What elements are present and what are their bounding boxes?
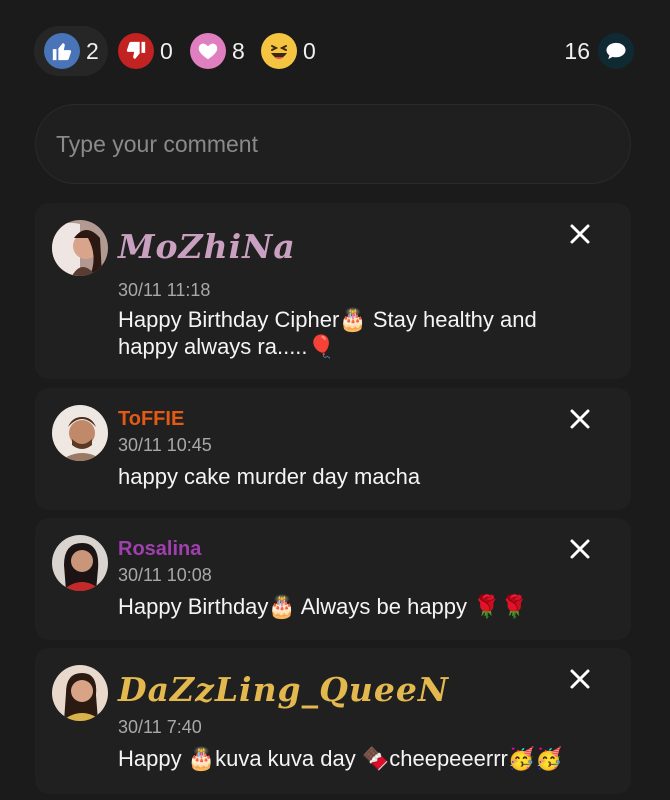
avatar[interactable] <box>52 535 108 591</box>
comment-author[interactable]: DaZzLing_QueeN <box>118 670 449 709</box>
close-icon[interactable] <box>569 538 591 560</box>
haha-count: 0 <box>303 37 316 64</box>
comment-author[interactable]: MoZhiNa <box>118 227 296 266</box>
dislike-count: 0 <box>160 37 173 64</box>
close-icon[interactable] <box>569 408 591 430</box>
close-icon[interactable] <box>569 668 591 690</box>
comment-author[interactable]: ToFFIE <box>118 408 184 431</box>
thumbs-down-icon <box>118 33 154 69</box>
speech-bubble-icon <box>598 33 634 69</box>
comments-count: 16 <box>564 37 590 64</box>
avatar[interactable] <box>52 220 108 276</box>
thumbs-up-icon <box>44 33 80 69</box>
comment-card: Rosalina 30/11 10:08 Happy Birthday🎂 Alw… <box>35 518 631 640</box>
comment-time: 30/11 10:08 <box>118 565 212 585</box>
avatar[interactable] <box>52 665 108 721</box>
comment-text: happy cake murder day macha <box>118 464 421 489</box>
comment-card: MoZhiNa 30/11 11:18 Happy Birthday Ciphe… <box>35 203 631 379</box>
avatar[interactable] <box>52 405 108 461</box>
laughing-face-icon <box>261 33 297 69</box>
haha-reaction-button[interactable]: 0 <box>261 26 316 76</box>
comment-time: 30/11 10:45 <box>118 435 212 455</box>
like-count: 2 <box>86 37 99 64</box>
like-reaction-button[interactable]: 2 <box>34 26 108 76</box>
close-icon[interactable] <box>569 223 591 245</box>
comment-input[interactable] <box>35 104 631 184</box>
comment-text: Happy Birthday🎂 Always be happy 🌹🌹 <box>118 594 528 619</box>
comment-card: ToFFIE 30/11 10:45 happy cake murder day… <box>35 388 631 510</box>
comment-time: 30/11 7:40 <box>118 717 202 737</box>
comment-card: DaZzLing_QueeN 30/11 7:40 Happy 🎂kuva ku… <box>35 648 631 794</box>
love-count: 8 <box>232 37 245 64</box>
reactions-bar: 2 0 8 0 16 <box>34 26 634 76</box>
comment-text: Happy Birthday Cipher🎂 Stay healthy and … <box>118 307 537 359</box>
dislike-reaction-button[interactable]: 0 <box>118 26 173 76</box>
comment-time: 30/11 11:18 <box>118 280 211 300</box>
love-reaction-button[interactable]: 8 <box>190 26 245 76</box>
comments-count-button[interactable]: 16 <box>564 26 634 76</box>
comment-text: Happy 🎂kuva kuva day 🍫cheepeeerrr🥳🥳 <box>118 746 563 771</box>
comment-author[interactable]: Rosalina <box>118 538 201 561</box>
heart-icon <box>190 33 226 69</box>
